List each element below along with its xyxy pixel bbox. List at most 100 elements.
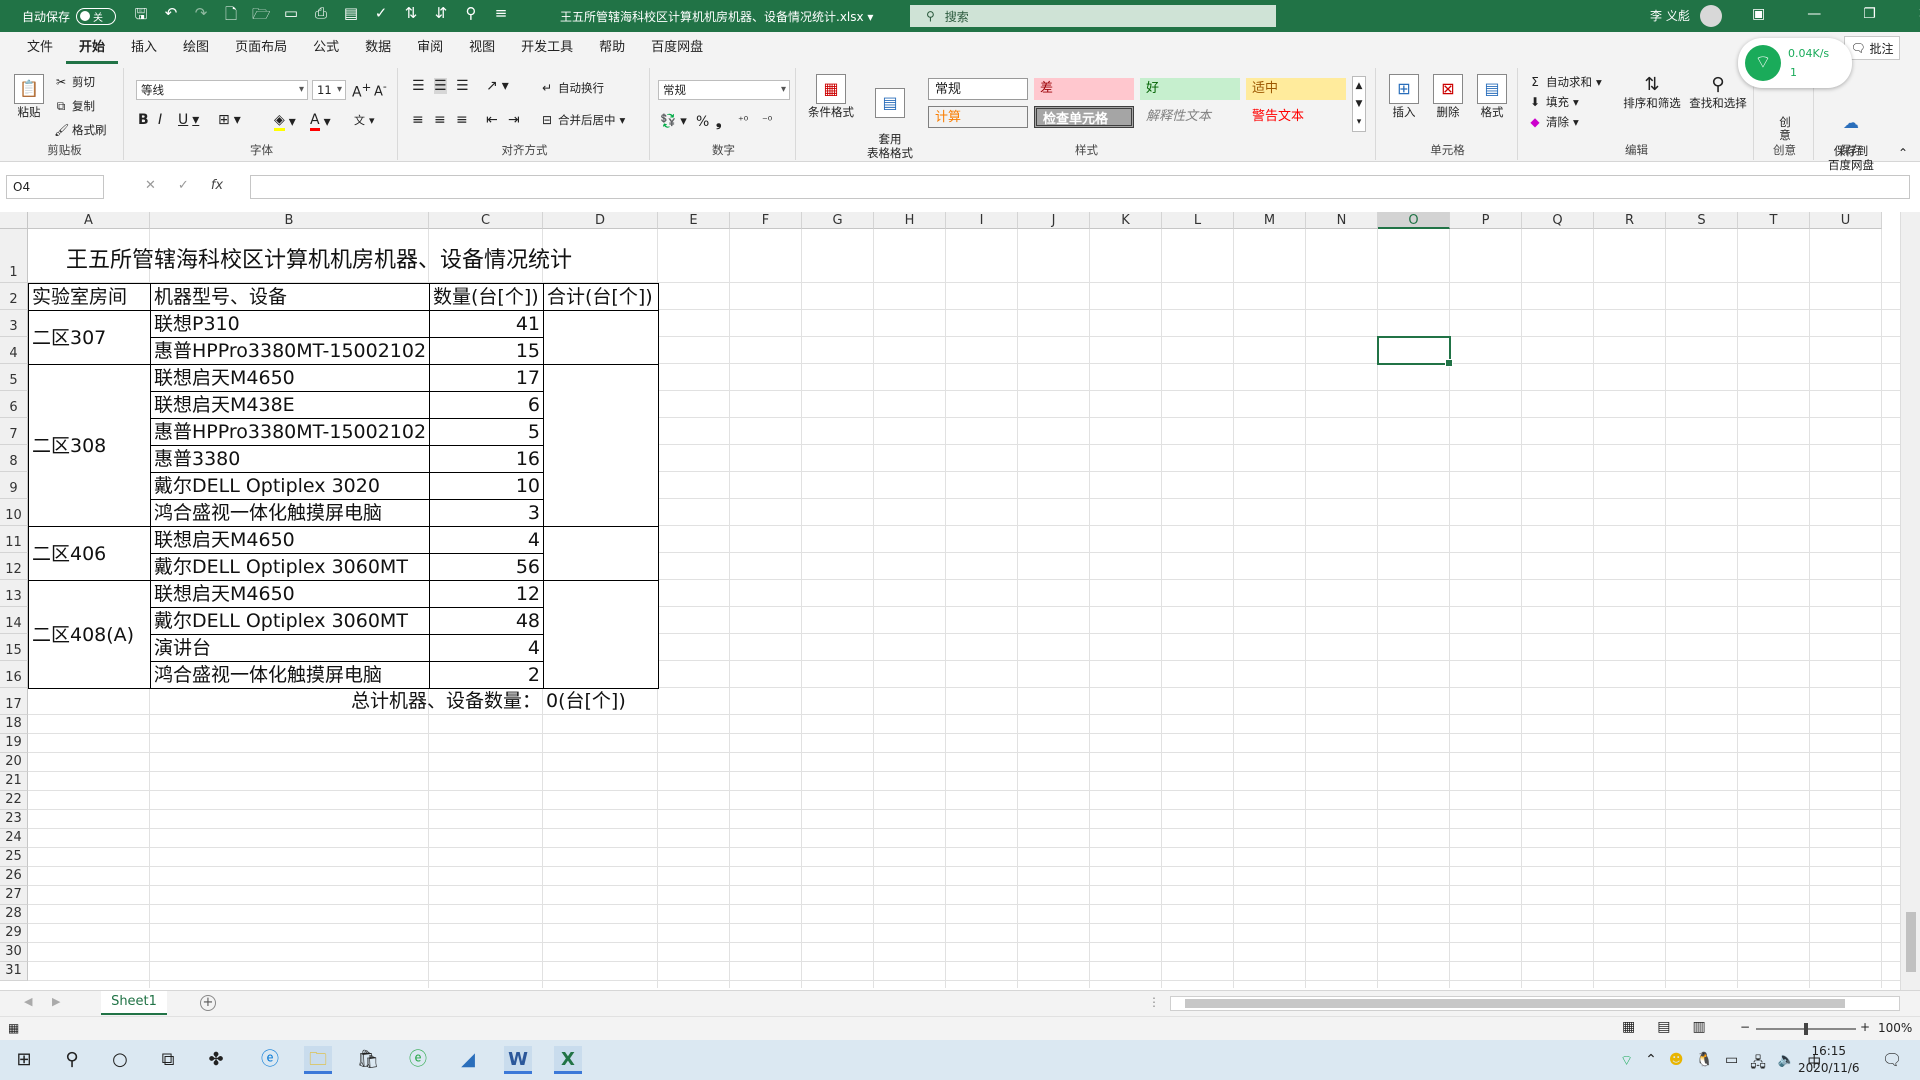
quantity-cell[interactable]: 48 [429,607,544,635]
style-neutral[interactable]: 适中 [1246,78,1346,100]
column-header-J[interactable]: J [1018,212,1090,229]
style-calculation[interactable]: 计算 [928,106,1028,128]
minimize-icon[interactable]: — [1807,6,1821,22]
column-header-P[interactable]: P [1450,212,1522,229]
phonetic-button[interactable]: 文 ▾ [354,112,375,128]
merge-center-button[interactable]: ⊟ 合并后居中 ▾ [540,112,625,128]
decrease-indent-button[interactable]: ⇤ [486,112,498,128]
model-cell[interactable]: 联想启天M4650 [150,364,430,392]
row-header-8[interactable]: 8 [0,445,28,472]
quantity-cell[interactable]: 2 [429,661,544,689]
tab-11[interactable]: 百度网盘 [638,32,716,64]
model-cell[interactable]: 惠普HPPro3380MT-15002102 [150,418,430,446]
row-header-12[interactable]: 12 [0,553,28,580]
align-right-button[interactable]: ≡ [456,112,468,128]
excel-icon[interactable]: X [554,1046,582,1074]
align-middle-button[interactable]: ☰ [434,78,447,94]
total-value-cell[interactable]: 0(台[个]) [543,688,659,716]
maximize-icon[interactable]: ❐ [1863,6,1876,22]
font-name-select[interactable]: 等线 [136,80,308,100]
style-good[interactable]: 好 [1140,78,1240,100]
redo-icon[interactable]: ↷ [192,4,210,29]
document-title[interactable]: 王五所管辖海科校区计算机机房机器、设备情况统计.xlsx ▾ [560,8,873,25]
prev-sheet-icon[interactable]: ◀ [24,995,32,1008]
row-header-2[interactable]: 2 [0,283,28,310]
windows-start-icon[interactable]: ⊞ [10,1046,38,1074]
print-preview-icon[interactable]: ⎙ [312,4,330,29]
column-header-C[interactable]: C [429,212,543,229]
name-box[interactable]: O4 [6,175,104,199]
row-header-3[interactable]: 3 [0,310,28,337]
quantity-cell[interactable]: 5 [429,418,544,446]
column-header-B[interactable]: B [150,212,429,229]
orientation-button[interactable]: ↗ ▾ [486,78,509,94]
italic-button[interactable]: I [158,112,162,128]
align-top-button[interactable]: ☰ [412,78,425,94]
tab-7[interactable]: 审阅 [404,32,456,64]
row-header-10[interactable]: 10 [0,499,28,526]
scroll-thumb[interactable] [1906,912,1916,972]
comment-button[interactable]: 🗨 批注 [1844,36,1900,60]
save-icon[interactable]: 🖫 [132,4,150,29]
fill-button[interactable]: ⬇ 填充 ▾ [1528,94,1579,110]
create-button[interactable]: 创 意 [1770,116,1800,142]
column-header-S[interactable]: S [1666,212,1738,229]
tab-6[interactable]: 数据 [352,32,404,64]
sort-desc-icon[interactable]: ⇵ [432,4,450,29]
vertical-scrollbar[interactable] [1900,212,1920,990]
style-normal[interactable]: 常规 [928,78,1028,100]
battery-icon[interactable]: ▭ [1725,1052,1738,1076]
normal-view-icon[interactable]: ▦ [1622,1019,1635,1035]
row-header-5[interactable]: 5 [0,364,28,391]
image-icon[interactable]: ▭ [282,4,300,29]
percent-button[interactable]: % [696,114,709,130]
row-header-6[interactable]: 6 [0,391,28,418]
column-header-Q[interactable]: Q [1522,212,1594,229]
font-color-button[interactable]: A ▾ [310,112,331,131]
subtotal-cell[interactable] [543,580,659,689]
increase-decimal-button[interactable]: ⁺⁰ [738,114,748,127]
hscroll-thumb[interactable] [1185,999,1845,1008]
column-header-U[interactable]: U [1810,212,1882,229]
clear-button[interactable]: ◆ 清除 ▾ [1528,114,1578,130]
font-size-select[interactable]: 11 [312,80,346,100]
column-header-L[interactable]: L [1162,212,1234,229]
penguin-icon[interactable]: 🐧 [1696,1052,1713,1076]
style-check-cell[interactable]: 检查单元格 [1034,106,1134,128]
wrap-text-button[interactable]: ↵ 自动换行 [540,80,604,96]
formula-input[interactable] [250,175,1910,199]
subtotal-cell[interactable] [543,310,659,365]
new-file-icon[interactable]: 🗋 [222,4,240,29]
column-header-K[interactable]: K [1090,212,1162,229]
tab-1[interactable]: 开始 [66,32,119,64]
tab-5[interactable]: 公式 [300,32,352,64]
quantity-cell[interactable]: 6 [429,391,544,419]
model-cell[interactable]: 戴尔DELL Optiplex 3020 [150,472,430,500]
quantity-cell[interactable]: 16 [429,445,544,473]
quantity-cell[interactable]: 17 [429,364,544,392]
bold-button[interactable]: B [138,112,149,128]
format-as-table-button[interactable]: ▤ 套用 表格格式 [860,74,920,174]
select-all-corner[interactable] [0,212,28,229]
quantity-cell[interactable]: 41 [429,310,544,338]
toggle-switch[interactable]: 关 [76,7,117,25]
tab-2[interactable]: 插入 [118,32,170,64]
model-cell[interactable]: 惠普HPPro3380MT-15002102 [150,337,430,365]
format-painter-button[interactable]: 🖌 格式刷 [54,122,107,138]
column-header-M[interactable]: M [1234,212,1306,229]
increase-indent-button[interactable]: ⇥ [508,112,520,128]
sort-asc-icon[interactable]: ⇅ [402,4,420,29]
quantity-cell[interactable]: 15 [429,337,544,365]
model-cell[interactable]: 鸿合盛视一体化触摸屏电脑 [150,661,430,689]
browser-360-icon[interactable]: ⓔ [404,1046,432,1074]
row-header-23[interactable]: 23 [0,810,28,829]
total-label-cell[interactable]: 总计机器、设备数量： [28,688,544,716]
clock[interactable]: 16:15 2020/11/6 [1798,1043,1860,1077]
row-header-18[interactable]: 18 [0,715,28,734]
header-cell[interactable]: 实验室房间 [28,283,151,311]
row-header-25[interactable]: 25 [0,848,28,867]
row-header-26[interactable]: 26 [0,867,28,886]
zoom-slider[interactable] [1756,1023,1856,1035]
style-warning[interactable]: 警告文本 [1246,106,1346,128]
border-button[interactable]: ⊞ ▾ [218,112,241,128]
